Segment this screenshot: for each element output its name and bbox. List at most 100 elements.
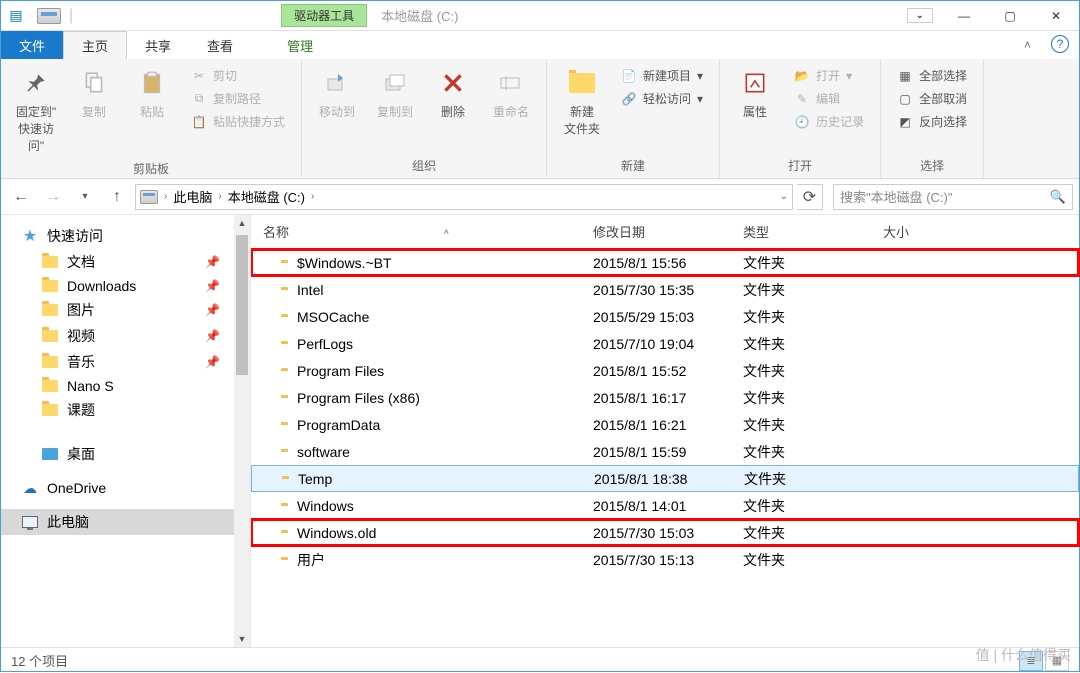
- tree-thispc[interactable]: 此电脑: [1, 509, 250, 535]
- ribbon-group-open: 属性 📂打开 ▾ ✎编辑 🕘历史记录 打开: [720, 59, 881, 178]
- address-bar[interactable]: › 此电脑 › 本地磁盘 (C:) › ⌄: [135, 184, 793, 210]
- col-type[interactable]: 类型: [731, 222, 871, 241]
- edit-icon: ✎: [794, 91, 810, 107]
- move-to-button[interactable]: 移动到: [310, 63, 364, 124]
- tree-downloads[interactable]: Downloads📌: [1, 275, 250, 297]
- rename-button[interactable]: 重命名: [484, 63, 538, 124]
- back-button[interactable]: ←: [7, 183, 35, 211]
- open-button[interactable]: 📂打开 ▾: [790, 65, 868, 86]
- file-type: 文件夹: [743, 280, 883, 300]
- ribbon-options-button[interactable]: ⌄: [907, 8, 933, 23]
- list-item[interactable]: Windows2015/8/1 14:01文件夹: [251, 492, 1079, 519]
- recent-locations-button[interactable]: ▾: [71, 183, 99, 211]
- contextual-tab-label: 驱动器工具: [281, 4, 367, 27]
- window-title: 本地磁盘 (C:): [381, 6, 458, 25]
- new-item-button[interactable]: 📄新建项目 ▾: [617, 65, 707, 86]
- copy-path-button[interactable]: ⧉复制路径: [187, 88, 289, 109]
- list-item[interactable]: Windows.old2015/7/30 15:03文件夹: [251, 519, 1079, 546]
- details-view-button[interactable]: ≣: [1019, 651, 1043, 671]
- edit-button[interactable]: ✎编辑: [790, 88, 868, 109]
- tree-quick-access[interactable]: ★快速访问: [1, 223, 250, 249]
- minimize-button[interactable]: —: [941, 1, 987, 31]
- tree-scrollbar[interactable]: ▲ ▼: [234, 215, 250, 647]
- file-type: 文件夹: [743, 442, 883, 462]
- new-folder-button[interactable]: 新建 文件夹: [555, 63, 609, 141]
- tab-share[interactable]: 共享: [127, 31, 189, 59]
- col-name[interactable]: 名称˄: [251, 222, 581, 241]
- scroll-thumb[interactable]: [236, 235, 248, 375]
- chevron-right-icon[interactable]: ›: [311, 191, 314, 202]
- select-all-button[interactable]: ▦全部选择: [893, 65, 971, 86]
- drive-icon: [140, 190, 158, 204]
- select-none-button[interactable]: ▢全部取消: [893, 88, 971, 109]
- tree-nano[interactable]: Nano S: [1, 375, 250, 397]
- copy-to-button[interactable]: 复制到: [368, 63, 422, 124]
- invert-selection-button[interactable]: ◩反向选择: [893, 111, 971, 132]
- breadcrumb-thispc[interactable]: 此电脑: [169, 187, 216, 206]
- chevron-right-icon[interactable]: ›: [164, 191, 167, 202]
- tab-manage[interactable]: 管理: [269, 31, 331, 59]
- tree-desktop[interactable]: 桌面: [1, 441, 250, 467]
- select-all-icon: ▦: [897, 68, 913, 84]
- chevron-right-icon[interactable]: ›: [218, 191, 221, 202]
- forward-button[interactable]: →: [39, 183, 67, 211]
- onedrive-icon: ☁: [21, 480, 39, 496]
- tab-file[interactable]: 文件: [1, 31, 63, 59]
- list-item[interactable]: software2015/8/1 15:59文件夹: [251, 438, 1079, 465]
- list-item[interactable]: 用户2015/7/30 15:13文件夹: [251, 546, 1079, 573]
- tree-onedrive[interactable]: ☁OneDrive: [1, 477, 250, 499]
- refresh-button[interactable]: ⟳: [797, 184, 823, 210]
- scroll-down-icon[interactable]: ▼: [234, 631, 250, 647]
- tree-keti[interactable]: 课题: [1, 397, 250, 423]
- delete-icon: [437, 67, 469, 99]
- tab-home[interactable]: 主页: [63, 31, 127, 59]
- collapse-ribbon-button[interactable]: ˄: [1014, 31, 1041, 59]
- delete-button[interactable]: 删除: [426, 63, 480, 124]
- breadcrumb-drive[interactable]: 本地磁盘 (C:): [224, 187, 309, 206]
- list-item[interactable]: Program Files2015/8/1 15:52文件夹: [251, 357, 1079, 384]
- up-button[interactable]: ↑: [103, 183, 131, 211]
- file-type: 文件夹: [743, 415, 883, 435]
- col-date[interactable]: 修改日期: [581, 222, 731, 241]
- cut-button[interactable]: ✂剪切: [187, 65, 289, 86]
- tree-videos[interactable]: 视频📌: [1, 323, 250, 349]
- scroll-up-icon[interactable]: ▲: [234, 215, 250, 231]
- list-item[interactable]: Program Files (x86)2015/8/1 16:17文件夹: [251, 384, 1079, 411]
- file-name: MSOCache: [297, 309, 369, 325]
- paste-shortcut-button[interactable]: 📋粘贴快捷方式: [187, 111, 289, 132]
- copy-path-icon: ⧉: [191, 91, 207, 107]
- list-item[interactable]: ProgramData2015/8/1 16:21文件夹: [251, 411, 1079, 438]
- pin-to-quick-access-button[interactable]: 固定到" 快速访问": [9, 63, 63, 158]
- address-dropdown-icon[interactable]: ⌄: [780, 191, 788, 202]
- icons-view-button[interactable]: ▦: [1045, 651, 1069, 671]
- close-button[interactable]: ✕: [1033, 1, 1079, 31]
- folder-icon: [41, 378, 59, 394]
- ribbon: 固定到" 快速访问" 复制 粘贴 ✂剪切 ⧉复制路径 📋粘贴快捷方式 剪贴板 移…: [1, 59, 1079, 179]
- copy-button[interactable]: 复制: [67, 63, 121, 124]
- search-input[interactable]: 搜索"本地磁盘 (C:)" 🔍: [833, 184, 1073, 210]
- paste-button[interactable]: 粘贴: [125, 63, 179, 124]
- maximize-button[interactable]: ▢: [987, 1, 1033, 31]
- tree-pictures[interactable]: 图片📌: [1, 297, 250, 323]
- list-item[interactable]: Temp2015/8/1 18:38文件夹: [251, 465, 1079, 492]
- tree-documents[interactable]: 文档📌: [1, 249, 250, 275]
- col-size[interactable]: 大小: [871, 222, 991, 241]
- tree-music[interactable]: 音乐📌: [1, 349, 250, 375]
- list-item[interactable]: Intel2015/7/30 15:35文件夹: [251, 276, 1079, 303]
- system-menu-icon[interactable]: ▤: [1, 1, 31, 31]
- history-button[interactable]: 🕘历史记录: [790, 111, 868, 132]
- easy-access-button[interactable]: 🔗轻松访问 ▾: [617, 88, 707, 109]
- navigation-tree[interactable]: ★快速访问 文档📌 Downloads📌 图片📌 视频📌 音乐📌 Nano S …: [1, 215, 251, 647]
- easy-access-icon: 🔗: [621, 91, 637, 107]
- properties-button[interactable]: 属性: [728, 63, 782, 124]
- help-button[interactable]: ?: [1051, 35, 1069, 53]
- file-date: 2015/8/1 15:56: [593, 255, 743, 271]
- tab-view[interactable]: 查看: [189, 31, 251, 59]
- folder-icon: [41, 278, 59, 294]
- list-item[interactable]: PerfLogs2015/7/10 19:04文件夹: [251, 330, 1079, 357]
- list-item[interactable]: $Windows.~BT2015/8/1 15:56文件夹: [251, 249, 1079, 276]
- list-item[interactable]: MSOCache2015/5/29 15:03文件夹: [251, 303, 1079, 330]
- new-item-icon: 📄: [621, 68, 637, 84]
- folder-icon: [41, 302, 59, 318]
- group-label-new: 新建: [555, 155, 711, 176]
